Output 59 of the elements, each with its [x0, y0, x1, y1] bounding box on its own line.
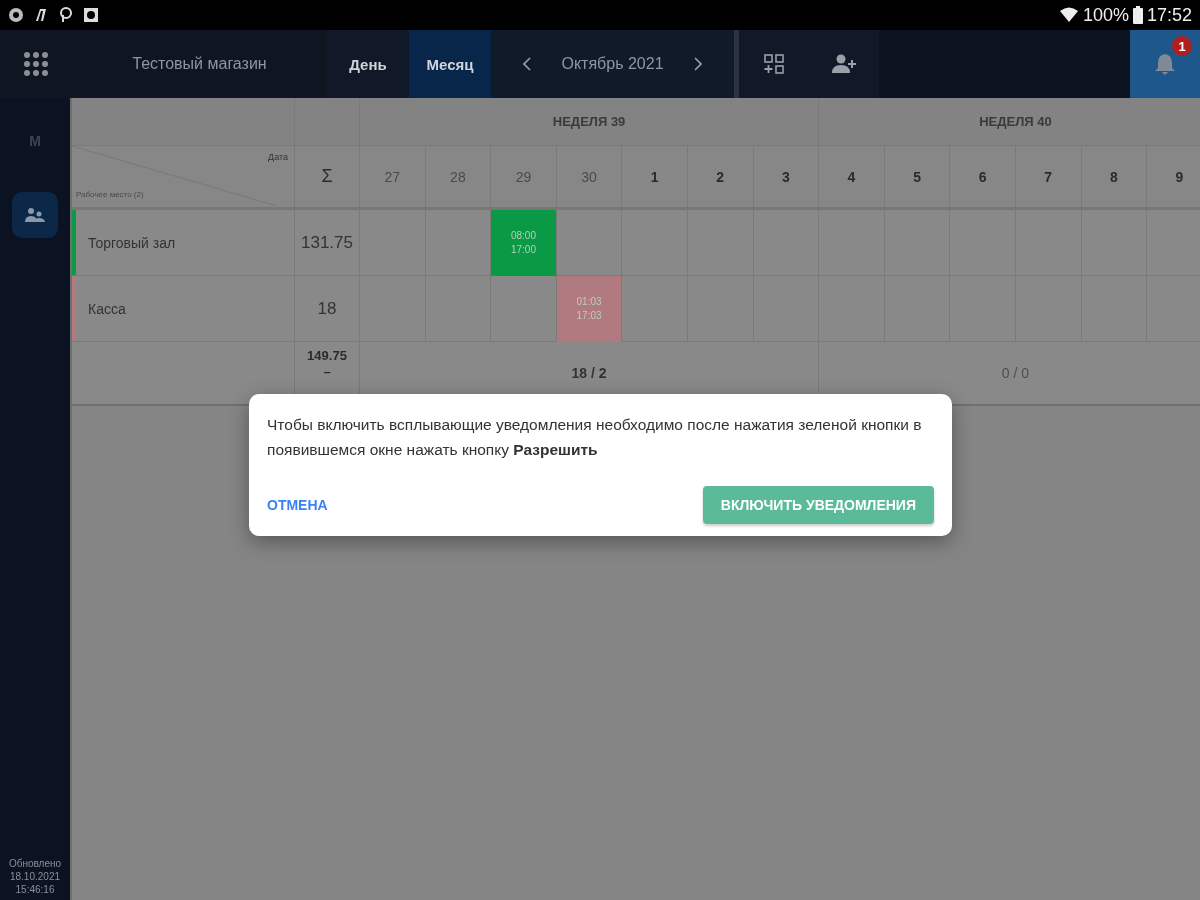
bell-icon [1154, 52, 1176, 76]
table-cell [622, 210, 688, 276]
day-header: 2 [687, 146, 754, 210]
notification-icon [83, 7, 99, 23]
row-name: Касса [88, 300, 126, 317]
table-cell [425, 210, 492, 276]
shift-cell[interactable]: 08:00 17:00 [491, 210, 557, 276]
dialog-message: Чтобы включить всплывающие уведомления необходимо после нажатия зеленой кнопки в появившемся окне нажать кнопку Разрешить [267, 415, 923, 460]
notifications-button[interactable]: 1 [1130, 30, 1200, 98]
shift-cell[interactable]: 01:03 17:03 [556, 276, 623, 342]
enable-notifications-button[interactable]: ВКЛЮЧИТЬ УВЕДОМЛЕНИЯ [702, 486, 934, 524]
day-header: 4 [819, 146, 885, 210]
shift-time: 01:03 17:03 [576, 294, 602, 323]
cancel-button[interactable]: ОТМЕНА [267, 491, 328, 519]
week-header: НЕДЕЛЯ 39 [360, 98, 820, 146]
chevron-right-icon [694, 57, 702, 71]
view-tab[interactable]: Месяц [409, 30, 491, 98]
shift-time: 08:00 17:00 [510, 228, 536, 257]
day-header: 28 [425, 146, 492, 210]
add-grid-button[interactable] [739, 30, 809, 98]
add-person-button[interactable] [809, 30, 879, 98]
menu-icon [24, 52, 48, 76]
row-sum: 131.75 [295, 210, 360, 276]
notification-icon [8, 7, 24, 23]
notification-badge: 1 [1172, 36, 1192, 56]
battery-level: 100% [1082, 4, 1129, 26]
view-tab[interactable]: День [327, 30, 409, 98]
table-cell [556, 210, 623, 276]
store-name[interactable]: Тестовый магазин [72, 30, 327, 98]
wifi-icon [1058, 6, 1079, 24]
period-label: Октябрь 2021 [561, 55, 664, 73]
notification-icon [58, 7, 74, 23]
corner-label: Дата [268, 152, 288, 162]
battery-icon [1132, 6, 1143, 24]
table-cell [622, 276, 688, 342]
grid-plus-icon [764, 54, 784, 74]
sum-header: Σ [295, 146, 360, 210]
day-header: 30 [556, 146, 623, 210]
day-header: 1 [622, 146, 688, 210]
table-cell [425, 276, 492, 342]
clock: 17:52 [1146, 4, 1192, 26]
update-info: Обновлено 18.10.2021 15:46:16 [8, 857, 62, 897]
day-header: 3 [753, 146, 820, 210]
chevron-left-icon [523, 57, 531, 71]
row-name: Торговый зал [88, 234, 176, 251]
sidebar-item[interactable] [12, 192, 58, 238]
day-header: 27 [360, 146, 426, 210]
row-sum: 18 [295, 276, 360, 342]
person-plus-icon [832, 54, 856, 74]
day-header: 8 [1081, 146, 1148, 210]
people-icon [24, 207, 46, 223]
day-header: 6 [950, 146, 1016, 210]
week-total: 0 / 0 [819, 342, 1200, 406]
day-header: 7 [1015, 146, 1082, 210]
table-cell [491, 276, 557, 342]
day-header: 29 [491, 146, 557, 210]
notification-icon [33, 7, 49, 23]
day-header: 5 [884, 146, 951, 210]
header-cell [295, 98, 360, 146]
